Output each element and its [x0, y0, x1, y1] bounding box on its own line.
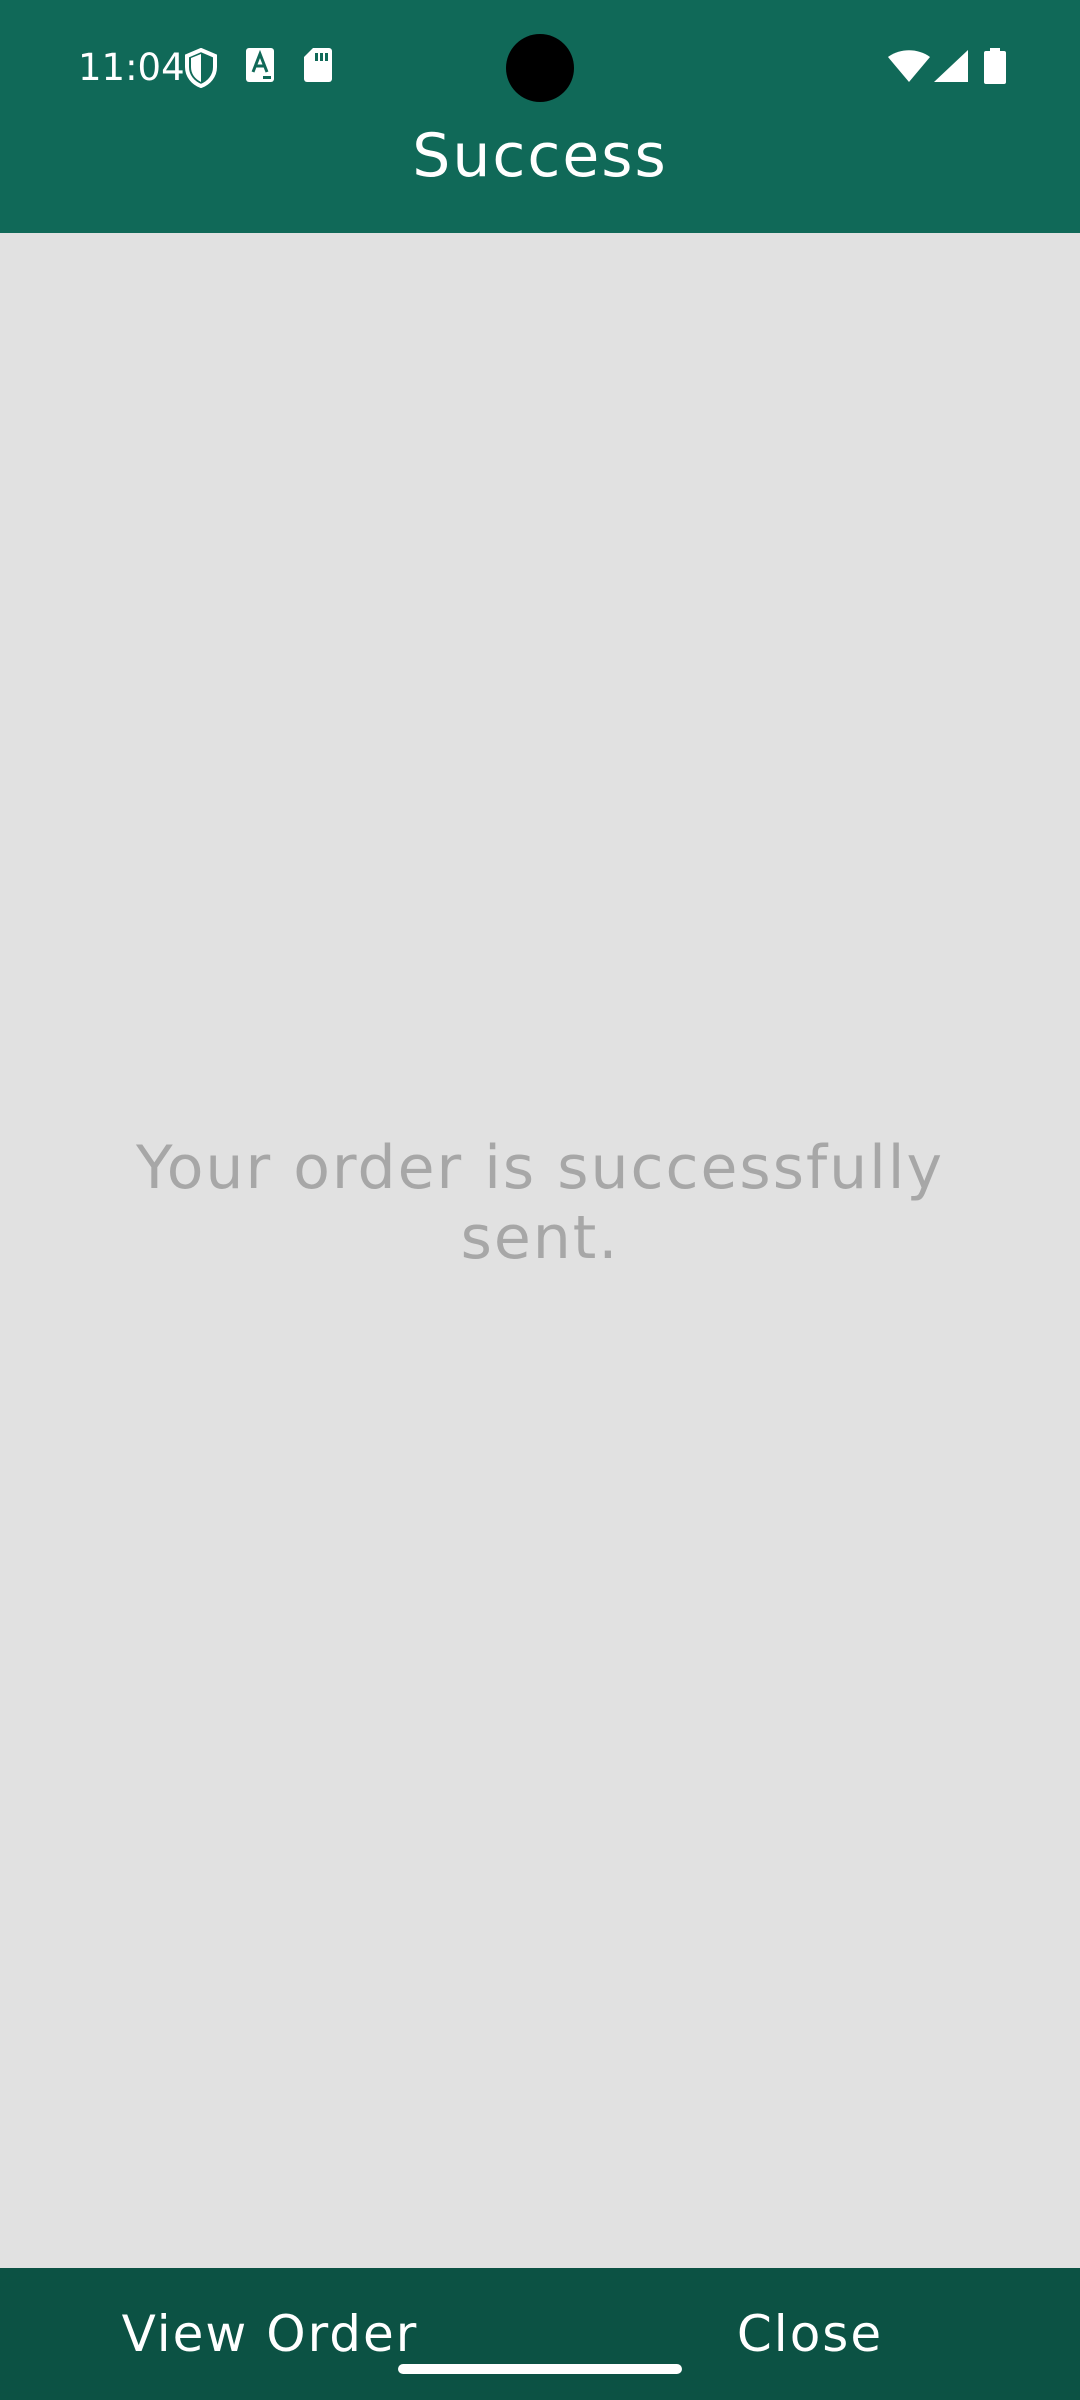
page-title: Success [412, 121, 668, 191]
success-message: Your order is successfully sent. [136, 1133, 944, 1273]
sd-card-icon [304, 48, 332, 82]
status-time: 11:04 [78, 46, 185, 89]
font-a-icon [246, 48, 274, 82]
camera-cutout [506, 34, 574, 102]
shield-icon [184, 48, 218, 88]
success-screen: 11:04 Success Your order is successfully… [0, 0, 1080, 2400]
wifi-icon [888, 50, 930, 82]
battery-icon [984, 48, 1006, 84]
main-content: Your order is successfully sent. [0, 233, 1080, 2268]
view-order-button[interactable]: View Order [100, 2268, 440, 2400]
home-indicator[interactable] [398, 2364, 682, 2374]
bottom-action-bar: View Order Close [0, 2268, 1080, 2400]
signal-icon [934, 50, 968, 82]
status-bar: 11:04 [0, 0, 1080, 137]
close-button[interactable]: Close [700, 2268, 920, 2400]
app-header: 11:04 Success [0, 0, 1080, 233]
